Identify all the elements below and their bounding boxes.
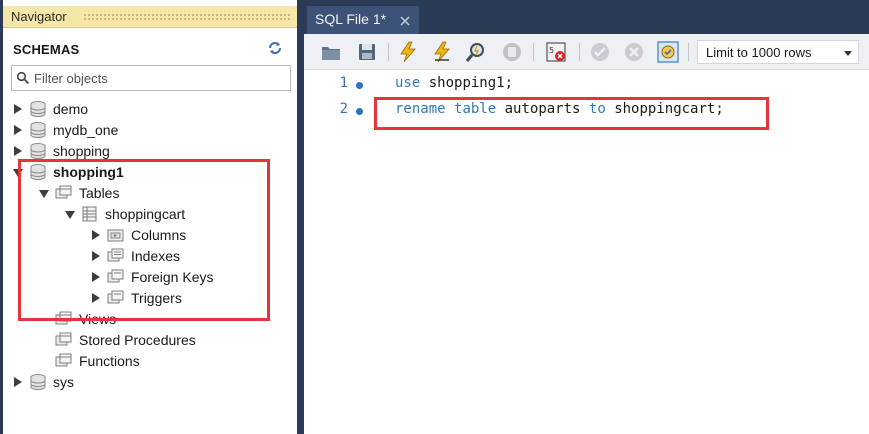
filter-box <box>11 65 291 91</box>
rollback-icon[interactable] <box>623 41 645 63</box>
database-icon <box>30 121 46 138</box>
editor-tab-strip: SQL File 1* <box>304 0 869 34</box>
toolbar-separator <box>579 43 580 61</box>
commit-icon[interactable] <box>589 41 611 63</box>
expand-arrow-icon[interactable] <box>13 103 23 115</box>
refresh-icon[interactable] <box>267 40 283 56</box>
statement-marker-icon <box>356 108 363 115</box>
functions-folder-icon <box>55 353 72 366</box>
navigator-title: Navigator <box>11 9 67 24</box>
schema-label: demo <box>53 100 89 117</box>
execute-current-icon[interactable] <box>431 41 453 63</box>
navigator-panel: Navigator SCHEMAS demo mydb_one <box>0 0 297 434</box>
expand-arrow-icon[interactable] <box>13 145 23 157</box>
highlight-box-tree <box>18 159 270 321</box>
schema-label: mydb_one <box>53 121 119 138</box>
sql-editor-panel: SQL File 1* 5 Limit to 1000 rows 1 use s… <box>304 0 869 434</box>
tab-label: SQL File 1* <box>315 11 387 27</box>
keyword: use <box>395 75 421 91</box>
limit-rows-select[interactable]: Limit to 1000 rows <box>697 40 859 64</box>
svg-text:5: 5 <box>549 46 554 55</box>
expand-arrow-icon[interactable] <box>13 124 23 136</box>
navigator-header: Navigator <box>3 6 297 28</box>
panel-divider[interactable] <box>297 0 304 434</box>
close-icon[interactable] <box>399 15 411 27</box>
toggle-error-icon[interactable]: 5 <box>545 41 567 63</box>
schema-label: shopping <box>53 142 110 159</box>
open-file-icon[interactable] <box>320 41 342 63</box>
toolbar-separator <box>533 43 534 61</box>
database-icon <box>30 100 46 117</box>
autocommit-icon[interactable] <box>657 41 679 63</box>
stored-procedures-folder-icon <box>55 332 72 345</box>
execute-icon[interactable] <box>397 41 419 63</box>
statement-marker-icon <box>356 82 363 89</box>
tree-item-stored-procedures[interactable]: Stored Procedures <box>39 329 196 350</box>
toolbar-separator <box>688 43 689 61</box>
tab-sql-file-1[interactable]: SQL File 1* <box>307 6 419 34</box>
line-number: 2 <box>339 101 348 117</box>
database-icon <box>30 373 46 390</box>
editor-toolbar: 5 Limit to 1000 rows <box>304 34 869 70</box>
save-icon[interactable] <box>356 41 378 63</box>
limit-rows-value: Limit to 1000 rows <box>706 45 812 60</box>
search-icon <box>16 71 30 85</box>
code-editor[interactable]: 1 use shopping1; 2 rename table autopart… <box>304 70 869 434</box>
toolbar-separator <box>388 43 389 61</box>
code-text: use shopping1; <box>395 75 513 91</box>
tree-item-label: Stored Procedures <box>79 331 196 348</box>
tree-item-label: Functions <box>79 352 140 369</box>
schema-label: sys <box>53 373 74 390</box>
schema-demo[interactable]: demo <box>13 98 88 119</box>
code-line: 1 use shopping1; <box>304 75 869 97</box>
navigator-header-grip <box>83 13 291 21</box>
stop-icon[interactable] <box>501 41 523 63</box>
filter-objects-input[interactable] <box>34 69 284 87</box>
explain-icon[interactable] <box>465 41 487 63</box>
schema-sys[interactable]: sys <box>13 371 74 392</box>
database-icon <box>30 142 46 159</box>
schema-mydb-one[interactable]: mydb_one <box>13 119 118 140</box>
chevron-down-icon <box>844 51 852 56</box>
line-number: 1 <box>339 75 348 91</box>
schemas-heading: SCHEMAS <box>13 42 80 57</box>
tree-item-functions[interactable]: Functions <box>39 350 140 371</box>
expand-arrow-icon[interactable] <box>13 376 23 388</box>
highlight-box-code <box>374 97 769 130</box>
schema-shopping[interactable]: shopping <box>13 140 110 161</box>
code-text-rest: shopping1; <box>420 75 514 91</box>
